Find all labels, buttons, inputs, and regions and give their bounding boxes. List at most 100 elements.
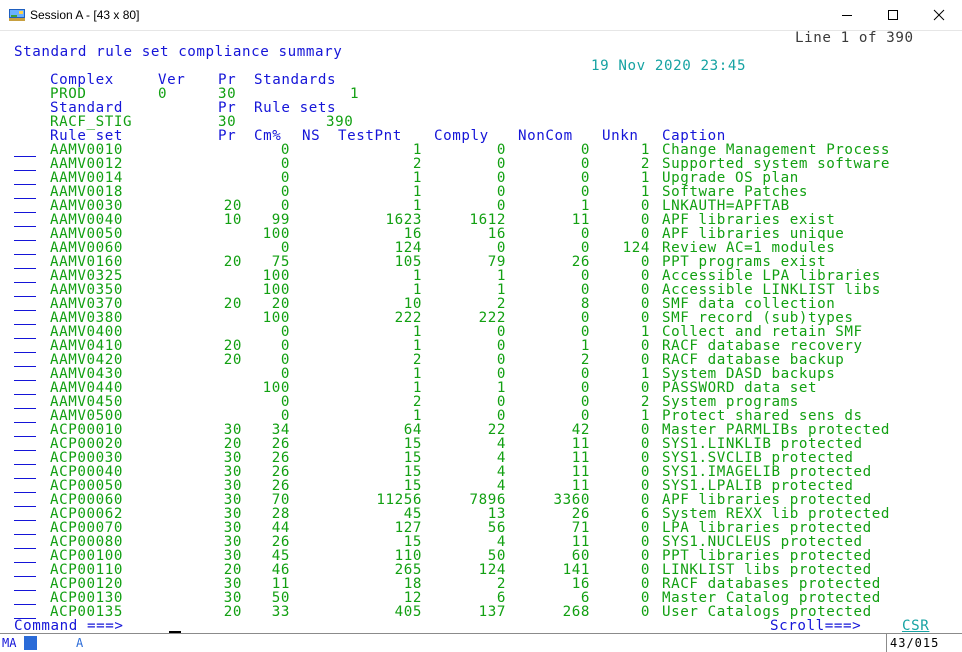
cell-testpnt: 2 (412, 156, 422, 172)
cell-noncom: 0 (580, 156, 590, 172)
cell-rule-set: AAMV0010 (50, 142, 123, 158)
ver-value: 0 (158, 86, 168, 102)
status-bar: MA A 43/015 (0, 633, 962, 652)
cell-unkn: 0 (640, 352, 650, 368)
cell-caption: PASSWORD data set (662, 380, 818, 396)
cell-comply: 13 (487, 506, 506, 522)
cell-testpnt: 1 (412, 142, 422, 158)
cell-caption: Master PARMLIBs protected (662, 422, 891, 438)
cell-pr: 20 (223, 352, 242, 368)
table-row: AAMV0040 10 99 1623 1612 11 0 APF libraries exi… (0, 213, 962, 227)
cell-pr: 20 (223, 436, 242, 452)
cell-unkn: 0 (640, 254, 650, 270)
cell-testpnt: 18 (403, 576, 422, 592)
scroll-amount-field[interactable]: CSR (902, 619, 929, 633)
cell-caption: System REXX lib protected (662, 506, 891, 522)
cell-rule-set: AAMV0500 (50, 408, 123, 424)
table-row: ACP00080 30 26 15 4 11 0 SYS1.NUCLEUS protected (0, 535, 962, 549)
panel-title: Standard rule set compliance summary (14, 44, 343, 60)
cell-unkn: 0 (640, 576, 650, 592)
cell-caption: Upgrade OS plan (662, 170, 799, 186)
cell-noncom: 2 (580, 352, 590, 368)
standard-pr-label: Pr (218, 100, 237, 116)
cell-unkn: 1 (640, 170, 650, 186)
table-row: ACP00130 30 50 12 6 6 0 Master Catalog protecte… (0, 591, 962, 605)
cell-comply: 1 (496, 282, 506, 298)
cell-noncom: 26 (571, 254, 590, 270)
cell-cm: 99 (271, 212, 290, 228)
cell-comply: 56 (487, 520, 506, 536)
col-pr: Pr (218, 128, 237, 144)
cell-cm: 0 (280, 338, 290, 354)
table-row: AAMV0350 100 1 1 0 0 Accessible LINKLIST libs (0, 283, 962, 297)
table-row: AAMV0370 20 20 10 2 8 0 SMF data collection (0, 297, 962, 311)
cell-testpnt: 2 (412, 352, 422, 368)
cell-unkn: 0 (640, 212, 650, 228)
cell-unkn: 0 (640, 534, 650, 550)
cell-unkn: 0 (640, 548, 650, 564)
cell-comply: 0 (496, 366, 506, 382)
cell-rule-set: AAMV0420 (50, 352, 123, 368)
table-row: AAMV0500 0 1 0 0 1 Protect shared sens ds (0, 409, 962, 423)
cell-cm: 11 (271, 576, 290, 592)
cell-unkn: 0 (640, 492, 650, 508)
standard-values-row: RACF_STIG 30 390 (0, 115, 962, 129)
col-cm: Cm% (254, 128, 282, 144)
close-icon (933, 9, 945, 21)
close-button[interactable] (916, 0, 962, 30)
table-row: AAMV0030 20 0 1 0 1 0 LNKAUTH=APFTAB (0, 199, 962, 213)
cell-noncom: 6 (580, 590, 590, 606)
maximize-button[interactable] (870, 0, 916, 30)
table-row: ACP00070 30 44 127 56 71 0 LPA libraries protec… (0, 521, 962, 535)
cell-comply: 0 (496, 184, 506, 200)
table-row: AAMV0440 100 1 1 0 0 PASSWORD data set (0, 381, 962, 395)
cell-noncom: 268 (562, 604, 590, 620)
cell-caption: LPA libraries protected (662, 520, 872, 536)
cell-unkn: 0 (640, 198, 650, 214)
cell-unkn: 2 (640, 156, 650, 172)
ver-label: Ver (158, 72, 186, 88)
cell-testpnt: 1 (412, 366, 422, 382)
cell-rule-set: ACP00120 (50, 576, 123, 592)
cell-caption: LNKAUTH=APFTAB (662, 198, 790, 214)
cell-cm: 0 (280, 156, 290, 172)
cell-cm: 100 (262, 282, 290, 298)
minimize-button[interactable] (824, 0, 870, 30)
cell-rule-set: AAMV0430 (50, 366, 123, 382)
cell-rule-set: ACP00010 (50, 422, 123, 438)
maximize-icon (888, 10, 898, 20)
minimize-icon (842, 15, 852, 16)
cell-cm: 100 (262, 380, 290, 396)
table-row: AAMV0160 20 75 105 79 26 0 PPT programs exist (0, 255, 962, 269)
cell-pr: 20 (223, 562, 242, 578)
standard-label: Standard (50, 100, 123, 116)
cell-comply: 7896 (469, 492, 506, 508)
table-row: ACP00010 30 34 64 22 42 0 Master PARMLIBs prote… (0, 423, 962, 437)
cell-noncom: 0 (580, 324, 590, 340)
cell-rule-set: AAMV0050 (50, 226, 123, 242)
cell-comply: 50 (487, 548, 506, 564)
cell-cm: 46 (271, 562, 290, 578)
cell-pr: 30 (223, 590, 242, 606)
cell-caption: Supported system software (662, 156, 891, 172)
complex-labels-row: Complex Ver Pr Standards (0, 73, 962, 87)
cell-caption: SYS1.LINKLIB protected (662, 436, 863, 452)
cell-unkn: 1 (640, 408, 650, 424)
cell-caption: Protect shared sens ds (662, 408, 863, 424)
cell-noncom: 0 (580, 170, 590, 186)
table-row: AAMV0420 20 0 2 0 2 0 RACF database backup (0, 353, 962, 367)
cell-unkn: 1 (640, 142, 650, 158)
cell-cm: 20 (271, 296, 290, 312)
cell-rule-set: AAMV0325 (50, 268, 123, 284)
cell-rule-set: ACP00020 (50, 436, 123, 452)
cell-cm: 100 (262, 226, 290, 242)
table-row: ACP00110 20 46 265 124 141 0 LINKLIST libs prot… (0, 563, 962, 577)
cell-cm: 26 (271, 436, 290, 452)
cell-testpnt: 124 (394, 240, 422, 256)
terminal-screen[interactable]: Line 1 of 390 Standard rule set complian… (0, 31, 962, 633)
cell-rule-set: ACP00100 (50, 548, 123, 564)
status-divider (886, 634, 887, 652)
table-row: ACP00020 20 26 15 4 11 0 SYS1.LINKLIB protected (0, 437, 962, 451)
cell-caption: SYS1.SVCLIB protected (662, 450, 854, 466)
cell-rule-set: AAMV0018 (50, 184, 123, 200)
